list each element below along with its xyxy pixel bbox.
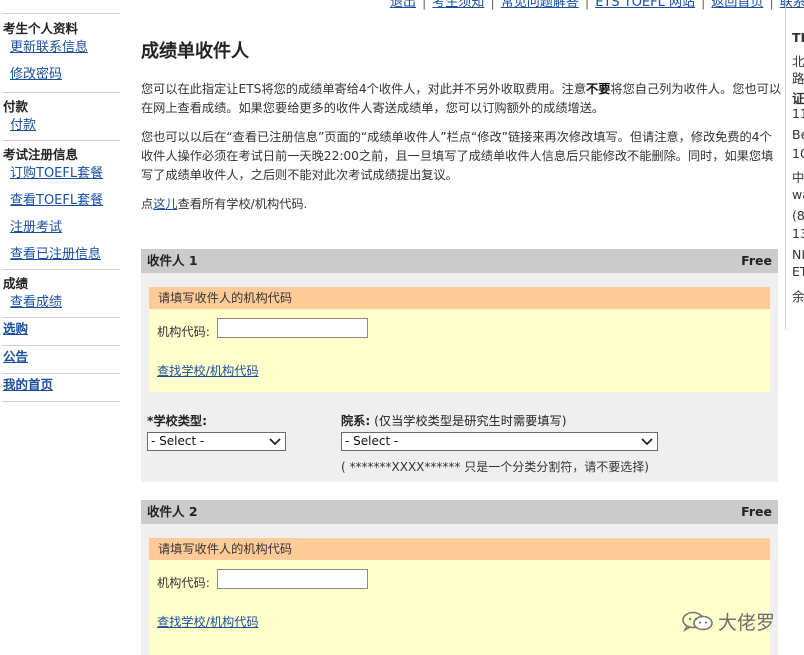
- right-info-line: TI: [792, 30, 804, 45]
- intro-text: 您可以在此指定让ETS将您的成绩单寄给4个收件人，对此并不另外收取费用。注意: [141, 82, 587, 96]
- top-nav-link-guide[interactable]: 考生须知: [432, 0, 484, 10]
- top-nav: 退出|考生须知|常见问题解答|ETS TOEFL 网站|返回首页|联系我们: [390, 0, 804, 10]
- right-info-line: 路: [792, 71, 804, 86]
- intro-emphasis: 不要: [586, 82, 611, 96]
- sidebar-divider: [2, 140, 120, 141]
- department-separator-note: ( *******XXXX****** 只是一个分类分割符，请不要选择): [341, 460, 649, 474]
- department-label: 院系:: [341, 414, 371, 428]
- recipient-1-title: 收件人 1: [147, 253, 198, 268]
- intro-paragraph: 您可以在此指定让ETS将您的成绩单寄给4个收件人，对此并不另外收取费用。注意不要…: [141, 80, 781, 118]
- recipient-1-find-code-link[interactable]: 查找学校/机构代码: [157, 361, 259, 379]
- sidebar-link-update-contact[interactable]: 更新联系信息: [0, 38, 120, 65]
- top-nav-separator: |: [490, 0, 495, 10]
- here-link[interactable]: 这儿: [153, 197, 177, 211]
- sidebar-link-change-password[interactable]: 修改密码: [0, 65, 120, 92]
- recipient-1-instruction: 请填写收件人的机构代码: [149, 287, 770, 309]
- right-info-line: 证: [792, 91, 804, 106]
- top-nav-link-ets[interactable]: ETS TOEFL 网站: [595, 0, 695, 10]
- right-info-line: wa: [792, 187, 804, 202]
- right-info-line: 余: [792, 289, 804, 304]
- sidebar-heading-profile: 考生个人资料: [3, 21, 79, 36]
- recipient-1-code-panel: 请填写收件人的机构代码 机构代码: 查找学校/机构代码: [149, 287, 770, 392]
- watermark-text: 大佬罗: [718, 612, 776, 634]
- sidebar-link-view-scores[interactable]: 查看成绩: [0, 293, 120, 317]
- wechat-icon: [682, 611, 713, 632]
- sidebar-divider: [2, 401, 120, 402]
- sidebar-heading-scores: 成绩: [3, 276, 29, 291]
- top-nav-link-logout[interactable]: 退出: [390, 0, 416, 10]
- sidebar-divider: [2, 269, 120, 270]
- department-select[interactable]: - Select -: [341, 432, 658, 451]
- main-content: 成绩单收件人 您可以在此指定让ETS将您的成绩单寄给4个收件人，对此并不另外收取…: [141, 40, 781, 224]
- sidebar-link-payment[interactable]: 付款: [0, 116, 120, 140]
- sidebar-divider: [2, 92, 120, 93]
- sidebar-heading-payment: 付款: [3, 99, 29, 114]
- recipient-2-price: Free: [741, 504, 772, 519]
- right-info-line: ET: [792, 264, 804, 279]
- right-info-line: 13: [792, 226, 804, 241]
- right-info-line: (8: [792, 208, 804, 223]
- sidebar-link-purchase[interactable]: 选购: [0, 318, 120, 345]
- top-nav-separator: |: [769, 0, 774, 10]
- codes-paragraph: 点这儿查看所有学校/机构代码.: [141, 195, 781, 214]
- top-nav-separator: |: [422, 0, 427, 10]
- recipient-2-header: 收件人 2 Free: [141, 500, 778, 524]
- codes-text-cont: 查看所有学校/机构代码.: [177, 197, 308, 211]
- page-title: 成绩单收件人: [141, 41, 249, 62]
- codes-text: 点: [141, 197, 154, 211]
- sidebar-link-announcements[interactable]: 公告: [0, 346, 120, 373]
- recipient-1-code-input[interactable]: [217, 318, 368, 338]
- sidebar-link-order-toefl[interactable]: 订购TOEFL套餐: [0, 164, 120, 191]
- department-label-group: 院系: (仅当学校类型是研究生时需要填写): [341, 411, 566, 429]
- recipient-2-instruction: 请填写收件人的机构代码: [149, 538, 770, 560]
- top-nav-separator: |: [584, 0, 590, 10]
- recipient-2-title: 收件人 2: [147, 504, 198, 519]
- sidebar-divider: [2, 13, 120, 14]
- department-value: - Select -: [345, 434, 399, 448]
- recipient-2-find-code-link[interactable]: 查找学校/机构代码: [157, 612, 259, 630]
- recipient-1-code-label: 机构代码:: [157, 325, 210, 339]
- recipient-2-code-label: 机构代码:: [157, 576, 210, 590]
- right-info-line: Be: [792, 127, 804, 142]
- right-info-column: TI 北 路 证 11 Be 10 中 wa (8 13 NI ET 余: [785, 0, 804, 330]
- school-type-label: *学校类型:: [147, 414, 207, 428]
- right-info-line: 11: [792, 106, 804, 121]
- recipient-2-code-input[interactable]: [217, 569, 368, 589]
- sidebar-link-view-toefl[interactable]: 查看TOEFL套餐: [0, 191, 120, 218]
- recipient-1-header: 收件人 1 Free: [141, 249, 778, 273]
- sidebar: 考生个人资料 更新联系信息 修改密码 付款 付款 考试注册信息 订购TOEFL套…: [0, 13, 120, 402]
- sidebar-heading-registration: 考试注册信息: [3, 147, 79, 162]
- recipient-1-price: Free: [741, 253, 772, 268]
- right-info-line: NI: [792, 247, 804, 262]
- right-info-line: 10: [792, 146, 804, 161]
- sidebar-link-my-home[interactable]: 我的首页: [0, 374, 120, 401]
- school-type-select[interactable]: - Select -: [147, 432, 286, 451]
- sidebar-link-register-exam[interactable]: 注册考试: [0, 218, 120, 245]
- modify-paragraph: 您也可以以后在“查看已注册信息”页面的“成绩单收件人”栏点“修改”链接来再次修改…: [141, 130, 774, 182]
- top-nav-separator: |: [701, 0, 706, 10]
- top-nav-link-faq[interactable]: 常见问题解答: [501, 0, 579, 10]
- recipient-1-box: 收件人 1 Free 请填写收件人的机构代码 机构代码: 查找学校/机构代码 *…: [141, 249, 778, 482]
- right-info-line: 中: [792, 170, 804, 185]
- chevron-down-icon: [641, 438, 653, 446]
- top-nav-link-home[interactable]: 返回首页: [711, 0, 763, 10]
- sidebar-link-view-registrations[interactable]: 查看已注册信息: [0, 245, 120, 269]
- school-type-value: - Select -: [151, 434, 205, 448]
- chevron-down-icon: [269, 438, 281, 446]
- department-hint: (仅当学校类型是研究生时需要填写): [374, 414, 567, 428]
- recipient-2-code-panel: 请填写收件人的机构代码 机构代码: 查找学校/机构代码: [149, 538, 770, 655]
